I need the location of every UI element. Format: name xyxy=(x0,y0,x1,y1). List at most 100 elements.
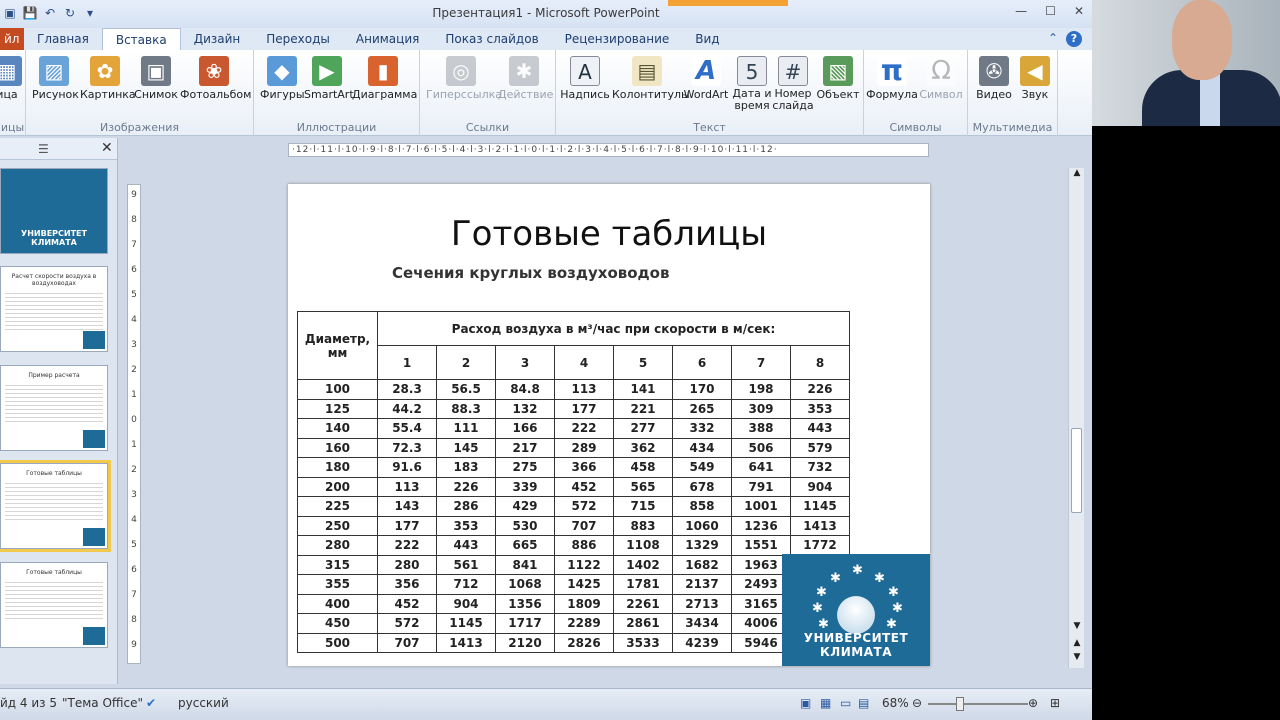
flow-cell: 3533 xyxy=(613,632,673,653)
action-icon: ✱ xyxy=(509,56,539,86)
slide-thumb-4[interactable]: Готовые таблицы xyxy=(0,460,111,552)
scroll-down-icon[interactable]: ▼ xyxy=(1069,621,1085,631)
flow-cell: 506 xyxy=(731,437,791,458)
ruler-tick-label: 0 xyxy=(131,415,137,425)
flow-cell: 332 xyxy=(672,418,732,439)
table-body: 100 28.3 56.5 84.8 113 141 170 198 226 125 44.2 88.… xyxy=(297,379,850,653)
vertical-ruler[interactable]: 9 8 7 6 5 4 3 2 1 0 1 2 3 4 5 6 7 8 9 xyxy=(127,184,141,664)
scroll-up-icon[interactable]: ▲ xyxy=(1069,168,1085,178)
status-bar: йд 4 из 5 "Тема Office" ✔ русский ▣ ▦ ▭ … xyxy=(0,688,1092,720)
picture-button[interactable]: ▨ Рисунок xyxy=(32,54,79,101)
slide-canvas[interactable]: Готовые таблицы Сечения круглых воздухов… xyxy=(288,184,930,666)
group-text: A Надпись ▤ Колонтитулы A WordArt 5 Дата… xyxy=(556,50,864,136)
close-icon[interactable]: ✕ xyxy=(1074,4,1084,18)
language-label[interactable]: русский xyxy=(178,696,229,710)
diameter-cell: 250 xyxy=(297,515,378,536)
air-flow-table[interactable]: Диаметр, мм Расход воздуха в м³/час при … xyxy=(297,311,850,653)
slide-title[interactable]: Готовые таблицы xyxy=(288,214,930,254)
flow-cell: 113 xyxy=(554,379,614,400)
flow-cell: 222 xyxy=(554,418,614,439)
smartart-button[interactable]: ▶ SmartArt xyxy=(304,54,354,101)
flow-cell: 665 xyxy=(495,535,555,556)
sorter-view-icon[interactable]: ▦ xyxy=(820,696,831,710)
photo-album-button[interactable]: ❀ Фотоальбом xyxy=(180,54,251,101)
zoom-slider[interactable] xyxy=(928,703,1028,705)
tab-design[interactable]: Дизайн xyxy=(181,28,254,50)
collapse-ribbon-icon[interactable]: ⌃ xyxy=(1048,31,1058,47)
next-slide-icon[interactable]: ▼ xyxy=(1069,652,1085,662)
tab-animation[interactable]: Анимация xyxy=(343,28,432,50)
action-button[interactable]: ✱ Действие xyxy=(498,54,553,101)
slide-number-button[interactable]: # Номер слайда xyxy=(772,54,814,112)
flow-group-header: Расход воздуха в м³/час при скорости в м… xyxy=(377,311,850,346)
slide-subtitle[interactable]: Сечения круглых воздуховодов xyxy=(392,264,669,282)
flow-cell: 277 xyxy=(613,418,673,439)
zoom-slider-thumb[interactable] xyxy=(956,697,964,711)
equation-button[interactable]: π Формула xyxy=(866,54,918,102)
speaker-icon: ◀ xyxy=(1020,56,1050,86)
flow-cell: 3434 xyxy=(672,613,732,634)
symbol-button[interactable]: Ω Символ xyxy=(918,54,964,101)
zoom-in-icon[interactable]: ⊕ xyxy=(1028,696,1038,710)
tab-transitions[interactable]: Переходы xyxy=(253,28,343,50)
date-time-button[interactable]: 5 Дата и время xyxy=(732,54,772,112)
video-border xyxy=(1092,126,1280,720)
normal-view-icon[interactable]: ▣ xyxy=(800,696,811,710)
presenter-face xyxy=(1172,0,1232,80)
pane-close-icon[interactable]: ✕ xyxy=(101,140,113,156)
flow-cell: 217 xyxy=(495,437,555,458)
wordart-button[interactable]: A WordArt xyxy=(682,54,730,101)
slide-thumb-5[interactable]: Готовые таблицы xyxy=(0,562,108,648)
audio-button[interactable]: ◀ Звук xyxy=(1016,54,1054,101)
slide-thumb-3[interactable]: Пример расчета xyxy=(0,365,108,451)
star-icon: ✱ xyxy=(888,585,899,600)
hyperlink-button[interactable]: ◎ Гиперссылка xyxy=(426,54,502,101)
maximize-icon[interactable]: ☐ xyxy=(1045,4,1056,18)
flow-cell: 145 xyxy=(436,437,496,458)
screenshot-button[interactable]: ▣ Снимок xyxy=(134,54,178,101)
vertical-scrollbar[interactable]: ▲ ▼ ▲ ▼ xyxy=(1068,168,1084,668)
video-button[interactable]: ✇ Видео xyxy=(972,54,1016,101)
star-icon: ✱ xyxy=(812,601,823,616)
reading-view-icon[interactable]: ▭ xyxy=(840,696,851,710)
tab-slideshow[interactable]: Показ слайдов xyxy=(432,28,551,50)
header-footer-button[interactable]: ▤ Колонтитулы xyxy=(612,54,690,101)
zoom-out-icon[interactable]: ⊖ xyxy=(912,696,922,710)
speed-header-cell: 8 xyxy=(790,345,850,380)
tab-review[interactable]: Рецензирование xyxy=(552,28,683,50)
flow-cell: 2826 xyxy=(554,632,614,653)
flow-cell: 339 xyxy=(495,476,555,497)
tab-insert[interactable]: Вставка xyxy=(101,28,181,50)
table-button[interactable]: ▦ ица xyxy=(0,54,22,101)
outline-tab-icon[interactable]: ☰ xyxy=(38,142,49,156)
scroll-thumb[interactable] xyxy=(1071,428,1082,513)
flow-cell: 170 xyxy=(672,379,732,400)
fit-to-window-icon[interactable]: ⊞ xyxy=(1050,696,1060,710)
zoom-level[interactable]: 68% xyxy=(882,696,909,710)
clipart-button[interactable]: ✿ Картинка xyxy=(80,54,136,101)
clipart-icon: ✿ xyxy=(90,56,120,86)
spellcheck-icon[interactable]: ✔ xyxy=(146,696,156,710)
help-icon[interactable]: ? xyxy=(1066,31,1082,47)
prev-slide-icon[interactable]: ▲ xyxy=(1069,638,1085,648)
shapes-button[interactable]: ◆ Фигуры xyxy=(260,54,305,101)
minimize-icon[interactable]: — xyxy=(1015,4,1027,18)
table-row: 100 28.3 56.5 84.8 113 141 170 198 226 xyxy=(297,379,850,400)
tab-file[interactable]: йл xyxy=(0,28,24,50)
slideshow-view-icon[interactable]: ▤ xyxy=(858,696,869,710)
tab-view[interactable]: Вид xyxy=(682,28,732,50)
horizontal-ruler[interactable]: ·12·l·11·l·10·l·9·l·8·l·7·l·6·l·5·l·4·l·… xyxy=(288,143,929,157)
slide-thumb-1[interactable]: УНИВЕРСИТЕТ КЛИМАТА xyxy=(0,168,108,254)
flow-cell: 353 xyxy=(436,515,496,536)
speed-header-cell: 3 xyxy=(495,345,555,380)
theme-name[interactable]: "Тема Office" xyxy=(62,696,143,710)
table-row: 180 91.6 183 275 366 458 549 641 732 xyxy=(297,457,850,478)
textbox-button[interactable]: A Надпись xyxy=(560,54,610,101)
flow-cell: 572 xyxy=(554,496,614,517)
chart-button[interactable]: ▮ Диаграмма xyxy=(352,54,417,101)
tab-home[interactable]: Главная xyxy=(24,28,102,50)
flow-cell: 265 xyxy=(672,398,732,419)
slide-thumb-2[interactable]: Расчет скорости воздуха в воздуховодах xyxy=(0,266,108,352)
object-button[interactable]: ▧ Объект xyxy=(816,54,860,101)
star-icon: ✱ xyxy=(830,571,841,586)
